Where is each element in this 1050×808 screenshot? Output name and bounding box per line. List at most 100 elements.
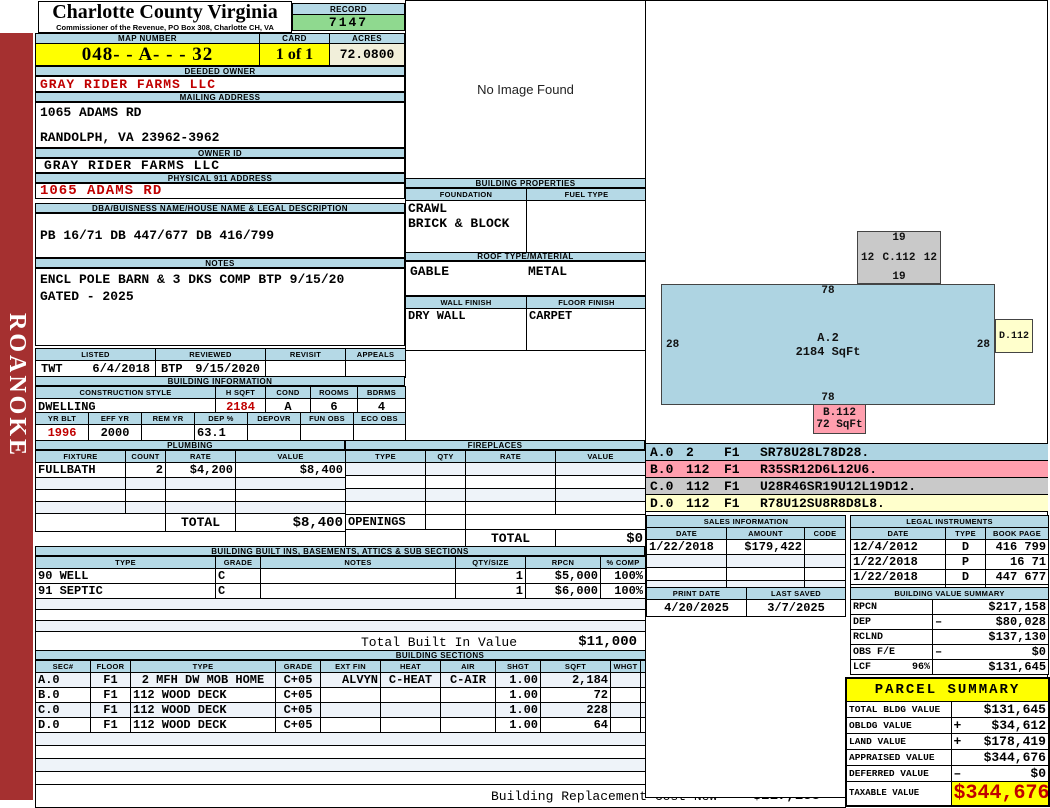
bi-type-label: TYPE [35, 556, 216, 569]
appeals-value [345, 360, 406, 378]
sales-amount-label: AMOUNT [726, 527, 805, 540]
building-info-year-table: YR BLT EFF YR REM YR DEP % DEPOVR FUN OB… [35, 412, 406, 441]
legend-row-c: C.0 112 F1 U28R46SR19U12L19D12. [646, 478, 1048, 495]
photo-placeholder-text: No Image Found [477, 82, 574, 97]
physical-911-value: 1065 ADAMS RD [35, 183, 405, 199]
reviewed-date: 9/15/2020 [195, 362, 260, 376]
building-properties-label: BUILDING PROPERTIES [405, 178, 646, 188]
parcel-summary-row: DEFERRED VALUE – $0 [845, 764, 1050, 782]
appeals-label: APPEALS [345, 348, 406, 361]
roof-type-value: GABLE [410, 264, 450, 279]
plumbing-row: FULLBATH 2 $4,200 $8,400 [35, 462, 346, 478]
foundation-fuel-table: FOUNDATION FUEL TYPE CRAWL BRICK & BLOCK [405, 188, 647, 256]
sketch-a-bottom-dim: 78 [821, 392, 835, 404]
value-summary-row: OBS F/E – $0 [850, 644, 1050, 660]
yr-blt-label: YR BLT [35, 412, 89, 425]
sketch-section-a: 78 28 A.2 2184 SqFt 28 78 [661, 284, 995, 405]
last-saved-label: LAST SAVED [746, 587, 846, 600]
foundation-line2: BRICK & BLOCK [408, 216, 510, 231]
value-summary-label: BUILDING VALUE SUMMARY [849, 587, 1050, 600]
sketch-section-d: D.112 [995, 319, 1033, 353]
sketch-d-id: D.112 [998, 330, 1029, 342]
legend-row-b: B.0 112 F1 R35SR12D6L12U6. [646, 461, 1048, 478]
revisit-label: REVISIT [265, 348, 346, 361]
bs-grade-label: GRADE [275, 660, 321, 673]
bs-floor-label: FLOOR [90, 660, 131, 673]
physical-911-label: PHYSICAL 911 ADDRESS [35, 173, 405, 183]
taxable-value-label: TAXABLE VALUE [845, 780, 952, 806]
plumbing-total-label: TOTAL [165, 513, 236, 532]
listed-date: 6/4/2018 [92, 362, 150, 376]
building-info-label: BUILDING INFORMATION [35, 376, 405, 386]
region-sidebar: ROANOKE [0, 33, 33, 800]
county-header: Charlotte County Virginia Commissioner o… [38, 1, 292, 33]
legal-instrument-row: 12/4/2012 D 416 799 [850, 539, 1050, 555]
built-ins-table: TYPE GRADE NOTES QTY/SIZE RPCN % COMP 90… [35, 556, 646, 653]
sales-label: SALES INFORMATION [646, 515, 846, 528]
bs-shgt-label: SHGT [495, 660, 541, 673]
last-saved-value: 3/7/2025 [746, 599, 846, 617]
built-ins-total-value: $11,000 [578, 634, 637, 650]
listed-label: LISTED [35, 348, 156, 361]
bdrms-label: BDRMS [357, 386, 406, 399]
commissioner-line: Commissioner of the Revenue, PO Box 308,… [56, 23, 274, 32]
parcel-summary: PARCEL SUMMARY TOTAL BLDG VALUE $131,645… [845, 677, 1050, 807]
print-info-table: PRINT DATE LAST SAVED 4/20/2025 3/7/2025 [646, 587, 846, 617]
bi-qty-label: QTY/SIZE [455, 556, 526, 569]
owner-id-label: OWNER ID [35, 148, 405, 158]
plumbing-table: FIXTURE COUNT RATE VALUE FULLBATH 2 $4,2… [35, 450, 346, 532]
depovr-label: DEPOVR [247, 412, 301, 425]
fp-type-label: TYPE [345, 450, 426, 463]
eco-obs-label: ECO OBS [353, 412, 406, 425]
wall-finish-value: DRY WALL [405, 308, 527, 351]
built-ins-label: BUILDING BUILT INS, BASEMENTS, ATTICS & … [35, 546, 645, 556]
rem-yr-label: REM YR [141, 412, 195, 425]
listed-code: TWT [41, 362, 63, 376]
mailing-address-line2: RANDOLPH, VA 23962-3962 [40, 130, 220, 145]
bi-notes-label: NOTES [260, 556, 456, 569]
construction-style-label: CONSTRUCTION STYLE [35, 386, 216, 399]
legal-instruments-table: LEGAL INSTRUMENTS DATE TYPE BOOK PAGE 12… [849, 515, 1050, 598]
sketch-legend: A.0 2 F1 SR78U28L78D28. B.0 112 F1 R35SR… [646, 443, 1048, 512]
legend-row-d: D.0 112 F1 R78U12SU8R8D8L8. [646, 495, 1048, 512]
sales-date-label: DATE [646, 527, 727, 540]
bs-whgt-label: WHGT [610, 660, 641, 673]
notes-line2: GATED - 2025 [40, 289, 134, 304]
dep-value: 63.1 [194, 424, 248, 441]
sidebar-region-label: ROANOKE [4, 313, 30, 459]
deeded-owner-label: DEEDED OWNER [35, 66, 405, 76]
cond-label: COND [265, 386, 311, 399]
bs-air-label: AIR [440, 660, 496, 673]
print-date-label: PRINT DATE [646, 587, 747, 600]
plumbing-total-value: $8,400 [235, 513, 346, 532]
eff-yr-label: EFF YR [88, 412, 142, 425]
fp-value-label: VALUE [555, 450, 646, 463]
value-summary-row: LCF 96% $131,645 [850, 659, 1050, 675]
fp-qty-label: QTY [425, 450, 466, 463]
rem-yr-value [141, 424, 195, 441]
fuel-label: FUEL TYPE [526, 188, 647, 201]
bs-sec-label: SEC# [35, 660, 91, 673]
sketch-a-right-dim: 28 [976, 338, 990, 351]
fp-total-value: $0 [555, 529, 646, 548]
foundation-label: FOUNDATION [405, 188, 527, 201]
bs-sqft-label: SQFT [540, 660, 611, 673]
reviewed-code: BTP [161, 362, 183, 376]
parcel-summary-row: OBLDG VALUE + $34,612 [845, 716, 1050, 734]
value-summary-row: DEP – $80,028 [850, 614, 1050, 630]
fun-obs-label: FUN OBS [300, 412, 354, 425]
floor-finish-value: CARPET [526, 308, 647, 351]
parcel-summary-label: PARCEL SUMMARY [845, 677, 1050, 702]
card-value: 1 of 1 [259, 43, 330, 66]
sales-table: SALES INFORMATION DATE AMOUNT CODE 1/22/… [646, 515, 846, 594]
sketch-section-b: B.112 72 SqFt [813, 404, 866, 434]
sketch-a-id: A.2 [817, 330, 839, 345]
count-label: COUNT [125, 450, 166, 463]
built-ins-total-label: Total Built In Value [361, 635, 518, 650]
li-type-label: TYPE [945, 527, 986, 540]
built-in-row: 91 SEPTIC C 1 $6,000 100% [35, 583, 646, 599]
bs-heat-label: HEAT [380, 660, 441, 673]
fp-total-label: TOTAL [465, 529, 556, 548]
photo-placeholder: No Image Found [405, 0, 646, 179]
value-summary-row: RPCN $217,158 [850, 599, 1050, 615]
